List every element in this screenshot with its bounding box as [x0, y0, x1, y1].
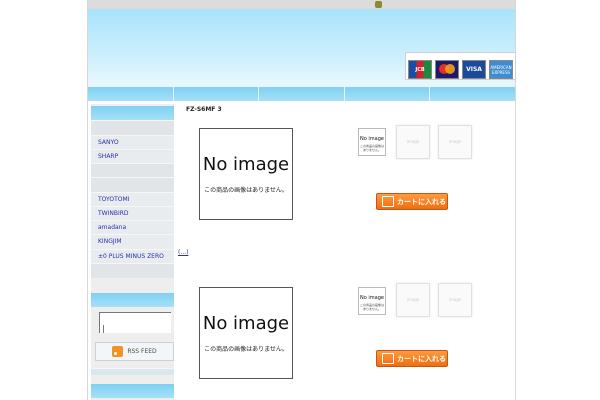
nav-item-3[interactable] — [259, 87, 345, 101]
product-thumb-1[interactable]: No image この商品の画像はありません。 — [358, 287, 386, 315]
product-thumb-3[interactable]: image — [438, 283, 472, 317]
nav-item-4[interactable] — [344, 87, 431, 101]
sidebar-header-category — [91, 106, 174, 120]
product-thumb-1[interactable]: No image この商品の画像はありません。 — [358, 128, 386, 156]
sidebar-row-blank — [91, 263, 174, 278]
site-header: JCB VISA AMERICAN EXPRESS — [88, 9, 516, 87]
sidebar-item-toyotomi[interactable]: TOYOTOMI — [91, 192, 174, 207]
sidebar-item-plusminuszero[interactable]: ±0 PLUS MINUS ZERO — [91, 249, 174, 264]
rss-icon — [112, 346, 124, 357]
cart-icon — [382, 196, 394, 207]
sidebar-row-blank — [91, 120, 174, 135]
sidebar: SANYO SHARP TOYOTOMI TWINBIRD amadana KI… — [91, 104, 174, 400]
product-thumb-2[interactable]: image — [396, 283, 430, 317]
mastercard-card-icon — [435, 60, 459, 79]
page-background: JCB VISA AMERICAN EXPRESS SANYO SHARP TO… — [0, 0, 600, 400]
amex-card-icon: AMERICAN EXPRESS — [489, 60, 513, 79]
sidebar-row-blank — [91, 368, 174, 375]
product-main-image: No image この商品の画像はありません。 — [199, 128, 293, 220]
nav-item-1[interactable] — [88, 87, 174, 101]
product-title: FZ-S6MF 3 — [186, 106, 222, 113]
sidebar-header-search — [91, 293, 174, 307]
top-strip — [88, 0, 515, 9]
sidebar-item-amadana[interactable]: amadana — [91, 220, 174, 235]
product-main-image: No image この商品の画像はありません。 — [199, 287, 293, 379]
global-nav — [88, 87, 515, 101]
main-content: FZ-S6MF 3 No image この商品の画像はありません。 No ima… — [178, 104, 515, 400]
cart-icon — [382, 353, 394, 364]
sidebar-header-bottom — [91, 384, 174, 398]
product-thumb-3[interactable]: image — [438, 125, 472, 159]
sidebar-row-blank — [91, 163, 174, 178]
nav-item-2[interactable] — [173, 87, 260, 101]
add-to-cart-button[interactable]: カートに入れる — [376, 193, 448, 210]
rss-feed-button[interactable]: RSS FEED — [95, 342, 174, 361]
nav-item-5[interactable] — [430, 87, 515, 101]
payment-cards: JCB VISA AMERICAN EXPRESS — [405, 52, 516, 80]
page-frame: JCB VISA AMERICAN EXPRESS SANYO SHARP TO… — [87, 0, 516, 400]
sidebar-item-twinbird[interactable]: TWINBIRD — [91, 206, 174, 221]
sidebar-item-kingjim[interactable]: KINGJIM — [91, 234, 174, 249]
more-link[interactable]: (...) — [178, 249, 188, 256]
sidebar-row-blank — [91, 177, 174, 192]
payment-cards-frame: JCB VISA AMERICAN EXPRESS — [405, 52, 516, 80]
search-input[interactable] — [99, 312, 171, 333]
add-to-cart-button[interactable]: カートに入れる — [376, 350, 448, 367]
visa-card-icon: VISA — [462, 60, 486, 79]
product-thumb-2[interactable]: image — [396, 125, 430, 159]
favicon-icon — [375, 1, 382, 8]
sidebar-item-sharp[interactable]: SHARP — [91, 149, 174, 164]
sidebar-item-sanyo[interactable]: SANYO — [91, 135, 174, 150]
jcb-card-icon: JCB — [408, 60, 432, 79]
